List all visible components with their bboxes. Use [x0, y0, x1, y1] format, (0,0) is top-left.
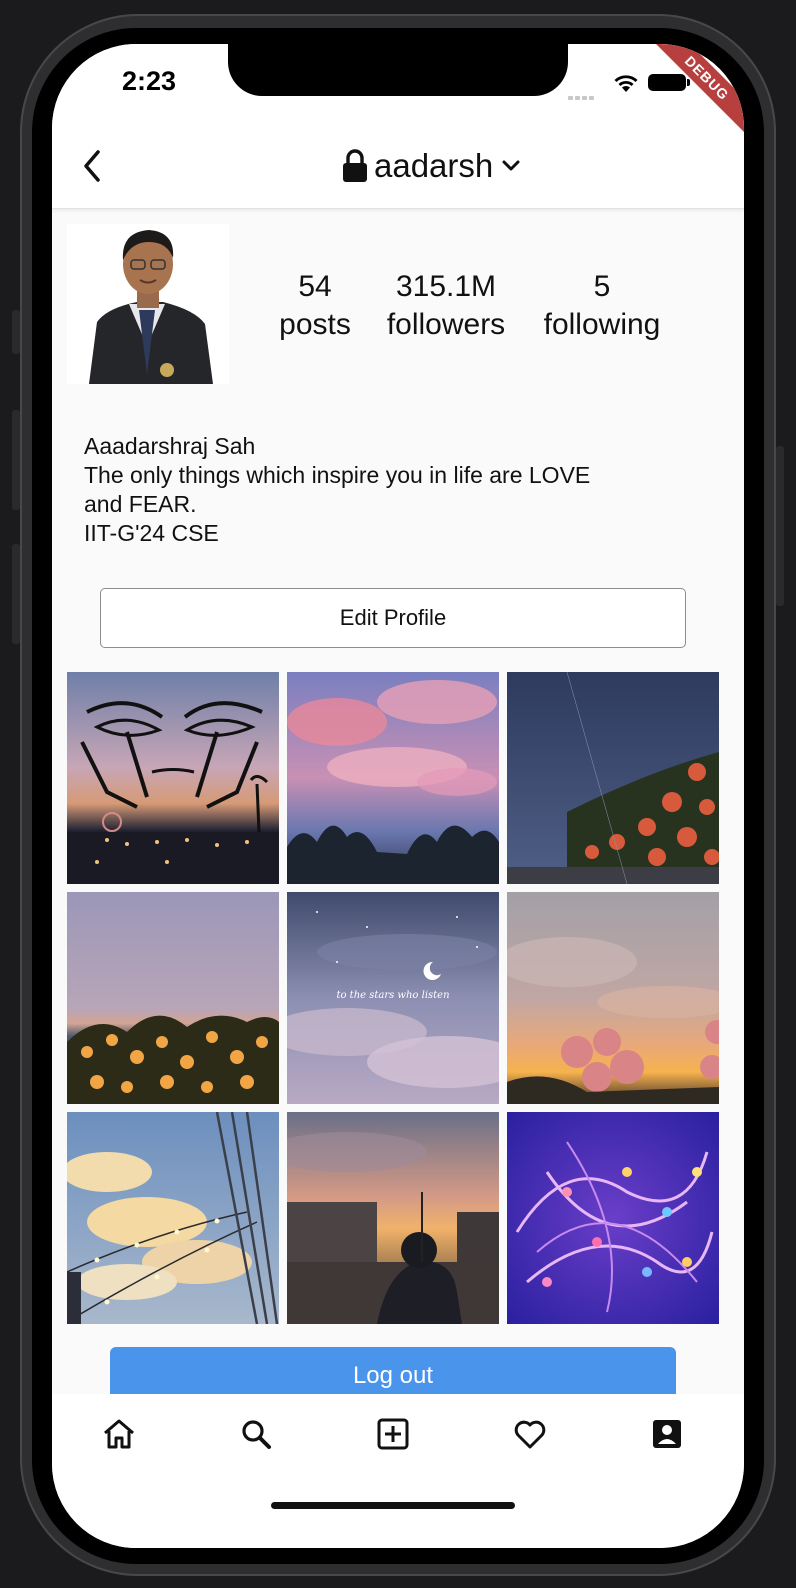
camera-notch — [228, 44, 568, 96]
post-thumbnail[interactable]: to the stars who listen — [287, 892, 499, 1104]
post-thumbnail[interactable] — [507, 892, 719, 1104]
bio-line: IIT-G'24 CSE — [84, 520, 219, 546]
home-icon[interactable] — [99, 1414, 139, 1454]
post-thumbnail[interactable] — [507, 672, 719, 884]
following-label: following — [543, 308, 661, 341]
post-thumbnail[interactable] — [67, 892, 279, 1104]
following-count: 5 — [593, 270, 611, 303]
followers-count: 315.1M — [395, 270, 497, 303]
profile-avatar[interactable] — [67, 224, 229, 384]
search-icon[interactable] — [236, 1414, 276, 1454]
avatar-photo — [67, 224, 229, 384]
bio-line: The only things which inspire you in lif… — [84, 462, 591, 488]
wifi-icon — [614, 75, 638, 92]
bottom-navigation-bar — [52, 1394, 744, 1548]
edit-profile-button[interactable]: Edit Profile — [100, 588, 686, 648]
back-arrow-icon[interactable] — [74, 146, 114, 186]
bio-line: and FEAR. — [84, 491, 197, 517]
post-caption: to the stars who listen — [336, 990, 449, 1001]
followers-label: followers — [386, 308, 506, 341]
following-stat[interactable]: 5 following — [532, 268, 672, 344]
profile-icon[interactable] — [647, 1414, 687, 1454]
post-image — [287, 672, 499, 884]
post-thumbnail[interactable] — [287, 1112, 499, 1324]
post-thumbnail[interactable] — [67, 672, 279, 884]
post-image — [67, 1112, 279, 1324]
volume-down-button — [12, 544, 20, 644]
post-thumbnail[interactable] — [67, 1112, 279, 1324]
followers-stat[interactable]: 315.1M followers — [374, 268, 518, 344]
power-button — [776, 446, 784, 606]
post-image — [507, 1112, 719, 1324]
home-indicator — [271, 1502, 515, 1509]
app-bar: aadarsh — [52, 124, 744, 209]
mute-switch — [12, 310, 20, 354]
username-title: aadarsh — [374, 147, 494, 184]
battery-icon — [648, 74, 690, 91]
post-thumbnail[interactable] — [287, 672, 499, 884]
chevron-down-icon — [502, 160, 520, 171]
volume-up-button — [12, 410, 20, 510]
posts-stat[interactable]: 54 posts — [258, 268, 372, 344]
bio-name: Aaadarshraj Sah — [84, 433, 256, 459]
posts-label: posts — [279, 308, 351, 341]
add-post-icon[interactable] — [373, 1414, 413, 1454]
post-thumbnail[interactable] — [507, 1112, 719, 1324]
post-image — [67, 672, 279, 884]
post-image — [287, 1112, 499, 1324]
profile-bio: Aaadarshraj Sah The only things which in… — [84, 432, 590, 548]
post-image — [67, 892, 279, 1104]
post-image: to the stars who listen — [287, 892, 499, 1104]
posts-count: 54 — [298, 270, 332, 303]
app-screen: 2:23 DEBUG aadarsh 54 posts 315.1M follo… — [52, 44, 744, 1548]
post-image — [507, 672, 719, 884]
status-time: 2:23 — [122, 66, 177, 96]
lock-icon — [343, 149, 367, 182]
post-image — [507, 892, 719, 1104]
heart-icon[interactable] — [510, 1414, 550, 1454]
account-switcher[interactable]: aadarsh — [342, 144, 521, 188]
cellular-signal-icon — [568, 87, 596, 105]
posts-grid: to the stars who listen — [67, 672, 719, 1324]
